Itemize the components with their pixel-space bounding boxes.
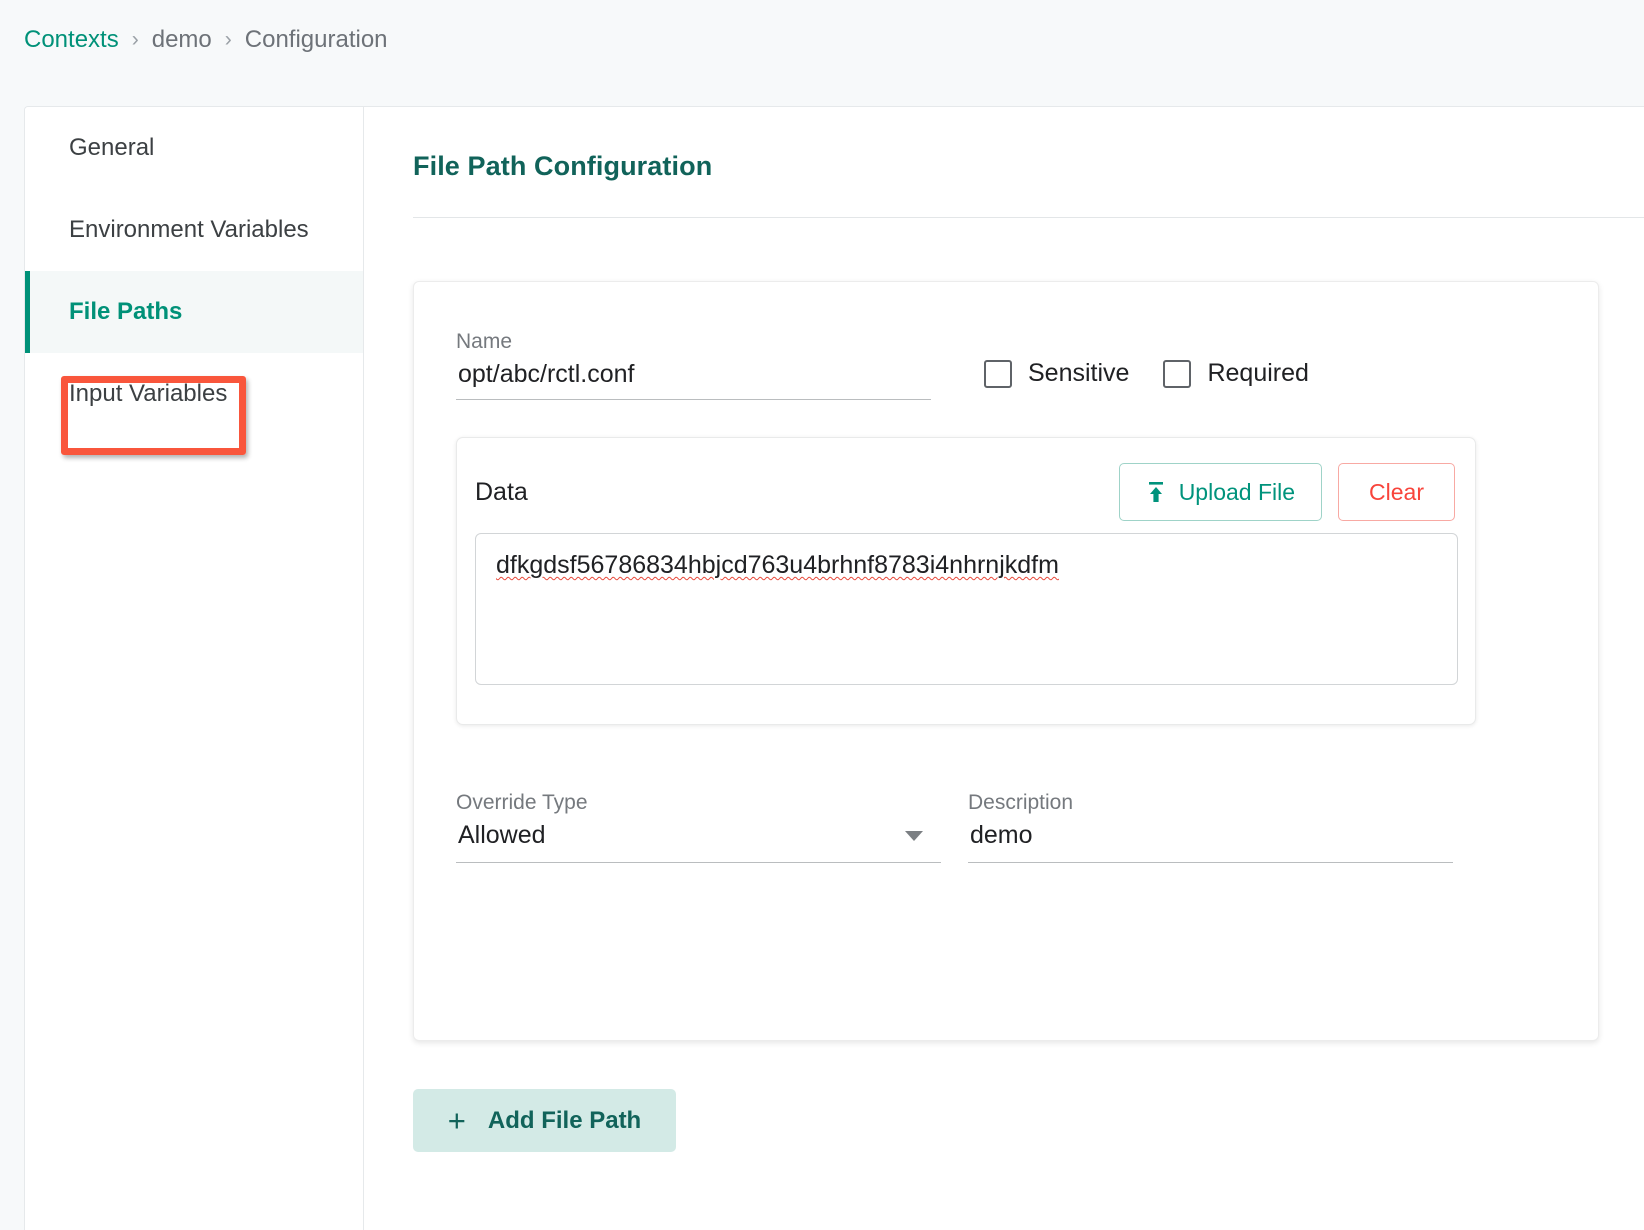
clear-label: Clear	[1369, 478, 1424, 505]
sidebar-item-label: Environment Variables	[69, 216, 309, 243]
description-group: Description demo	[968, 791, 1453, 863]
add-file-path-button[interactable]: + Add File Path	[413, 1089, 676, 1152]
description-input[interactable]: demo	[968, 815, 1453, 863]
sensitive-label: Sensitive	[1028, 359, 1130, 387]
configuration-panel: General Environment Variables File Paths…	[24, 106, 1644, 1230]
add-file-path-label: Add File Path	[487, 1106, 642, 1134]
data-card: Data Upload File Clear dfkgdsf56786834hb…	[456, 437, 1476, 725]
title-divider	[413, 217, 1644, 218]
override-type-label: Override Type	[456, 791, 588, 814]
sidebar-item-environment-variables[interactable]: Environment Variables	[25, 189, 363, 271]
breadcrumb-separator-icon-2: ›	[224, 28, 232, 51]
sensitive-checkbox[interactable]	[984, 359, 1012, 388]
name-field-group: Name opt/abc/rctl.conf	[456, 330, 931, 400]
chevron-down-icon	[905, 831, 923, 841]
breadcrumb: Contexts › demo › Configuration	[24, 26, 388, 54]
sidebar-item-label: File Paths	[69, 298, 183, 325]
description-label: Description	[968, 791, 1074, 814]
data-label: Data	[475, 477, 528, 506]
app-root: Contexts › demo › Configuration General …	[0, 0, 1644, 1230]
required-checkbox-group[interactable]: Required	[1163, 359, 1309, 388]
override-type-select[interactable]: Allowed	[456, 815, 941, 863]
sidebar-item-label: General	[69, 134, 155, 161]
data-textarea-value: dfkgdsf56786834hbjcd763u4brhnf8783i4nhrn…	[496, 551, 1059, 579]
data-textarea[interactable]: dfkgdsf56786834hbjcd763u4brhnf8783i4nhrn…	[475, 533, 1458, 685]
clear-button[interactable]: Clear	[1338, 463, 1455, 521]
sidebar-item-general[interactable]: General	[25, 107, 363, 189]
sensitive-checkbox-group[interactable]: Sensitive	[984, 359, 1129, 388]
override-type-group: Override Type Allowed	[456, 791, 941, 863]
file-path-entry-card: Name opt/abc/rctl.conf Sensitive Require…	[413, 281, 1599, 1041]
breadcrumb-separator-icon: ›	[131, 28, 139, 51]
breadcrumb-current-page: Configuration	[244, 26, 388, 53]
name-label: Name	[456, 330, 513, 353]
override-description-row: Override Type Allowed Description demo	[456, 791, 1552, 863]
settings-sidebar: General Environment Variables File Paths…	[25, 107, 364, 1230]
sidebar-item-label: Input Variables	[69, 380, 228, 407]
data-actions: Upload File Clear	[1118, 463, 1455, 521]
plus-icon: +	[447, 1103, 466, 1138]
data-card-header: Data Upload File Clear	[475, 462, 1455, 522]
page-title: File Path Configuration	[413, 151, 713, 181]
breadcrumb-contexts-link[interactable]: Contexts	[24, 26, 119, 54]
checkbox-group: Sensitive Required	[984, 359, 1309, 400]
upload-file-button[interactable]: Upload File	[1118, 463, 1323, 521]
breadcrumb-demo[interactable]: demo	[152, 26, 212, 54]
override-type-value: Allowed	[458, 821, 546, 849]
upload-file-label: Upload File	[1178, 478, 1296, 505]
name-row: Name opt/abc/rctl.conf Sensitive Require…	[456, 330, 1552, 400]
required-label: Required	[1207, 359, 1309, 387]
required-checkbox[interactable]	[1163, 359, 1192, 388]
upload-icon	[1148, 482, 1163, 502]
name-input[interactable]: opt/abc/rctl.conf	[456, 354, 931, 400]
sidebar-item-input-variables[interactable]: Input Variables	[25, 353, 363, 435]
sidebar-item-file-paths[interactable]: File Paths	[25, 271, 363, 353]
main-content: File Path Configuration Name opt/abc/rct…	[365, 107, 1644, 1230]
